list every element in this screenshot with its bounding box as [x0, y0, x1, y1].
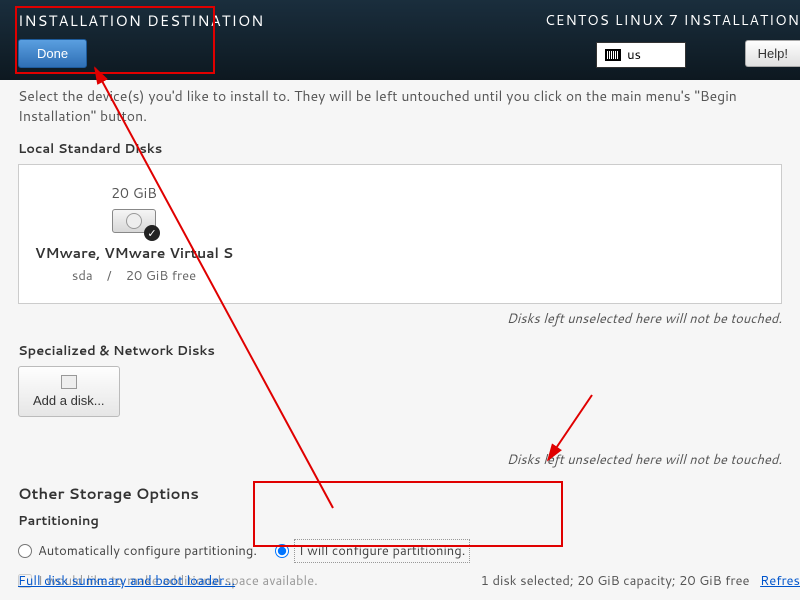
radio-manual-label: I will configure partitioning.: [295, 540, 469, 562]
done-button[interactable]: Done: [18, 39, 87, 68]
storage-options-title: Other Storage Options: [18, 483, 782, 504]
add-disk-button[interactable]: Add a disk...: [18, 366, 120, 417]
header-bar: INSTALLATION DESTINATION Done CENTOS LIN…: [0, 0, 800, 80]
check-icon: ✓: [144, 225, 160, 241]
add-disk-label: Add a disk...: [33, 393, 105, 408]
keyboard-icon: [605, 49, 621, 61]
disk-name: VMware, VMware Virtual S: [29, 243, 239, 263]
local-disks-label: Local Standard Disks: [18, 140, 782, 158]
help-button[interactable]: Help!: [745, 40, 800, 67]
disk-item[interactable]: 20 GiB ✓ VMware, VMware Virtual S sda / …: [29, 183, 239, 285]
intro-text: Select the device(s) you'd like to insta…: [18, 86, 782, 126]
hard-drive-icon: ✓: [112, 209, 156, 237]
local-disks-panel: 20 GiB ✓ VMware, VMware Virtual S sda / …: [18, 164, 782, 304]
radio-manual-partition[interactable]: I will configure partitioning.: [275, 540, 469, 562]
disk-size: 20 GiB: [29, 183, 239, 203]
radio-auto-input[interactable]: [18, 544, 32, 558]
partitioning-label: Partitioning: [18, 512, 782, 530]
radio-auto-label: Automatically configure partitioning.: [38, 542, 257, 560]
full-disk-summary-link[interactable]: Full disk summary and boot loader...: [18, 572, 235, 590]
disk-subtext: sda / 20 GiB free: [29, 267, 239, 285]
footer-bar: Full disk summary and boot loader... 1 d…: [18, 572, 800, 590]
add-disk-icon: [61, 375, 77, 389]
product-title: CENTOS LINUX 7 INSTALLATION: [545, 10, 800, 30]
refresh-link[interactable]: Refres: [760, 572, 800, 590]
keyboard-layout-text: us: [627, 46, 641, 64]
network-disks-note: Disks left unselected here will not be t…: [18, 451, 782, 469]
partitioning-options: Automatically configure partitioning. I …: [18, 540, 782, 562]
radio-manual-input[interactable]: [275, 544, 289, 558]
network-disks-label: Specialized & Network Disks: [18, 342, 782, 360]
main-content: Select the device(s) you'd like to insta…: [0, 80, 800, 590]
local-disks-note: Disks left unselected here will not be t…: [18, 310, 782, 328]
footer-status: 1 disk selected; 20 GiB capacity; 20 GiB…: [481, 572, 800, 590]
keyboard-layout-indicator[interactable]: us: [596, 42, 686, 68]
radio-auto-partition[interactable]: Automatically configure partitioning.: [18, 542, 257, 560]
